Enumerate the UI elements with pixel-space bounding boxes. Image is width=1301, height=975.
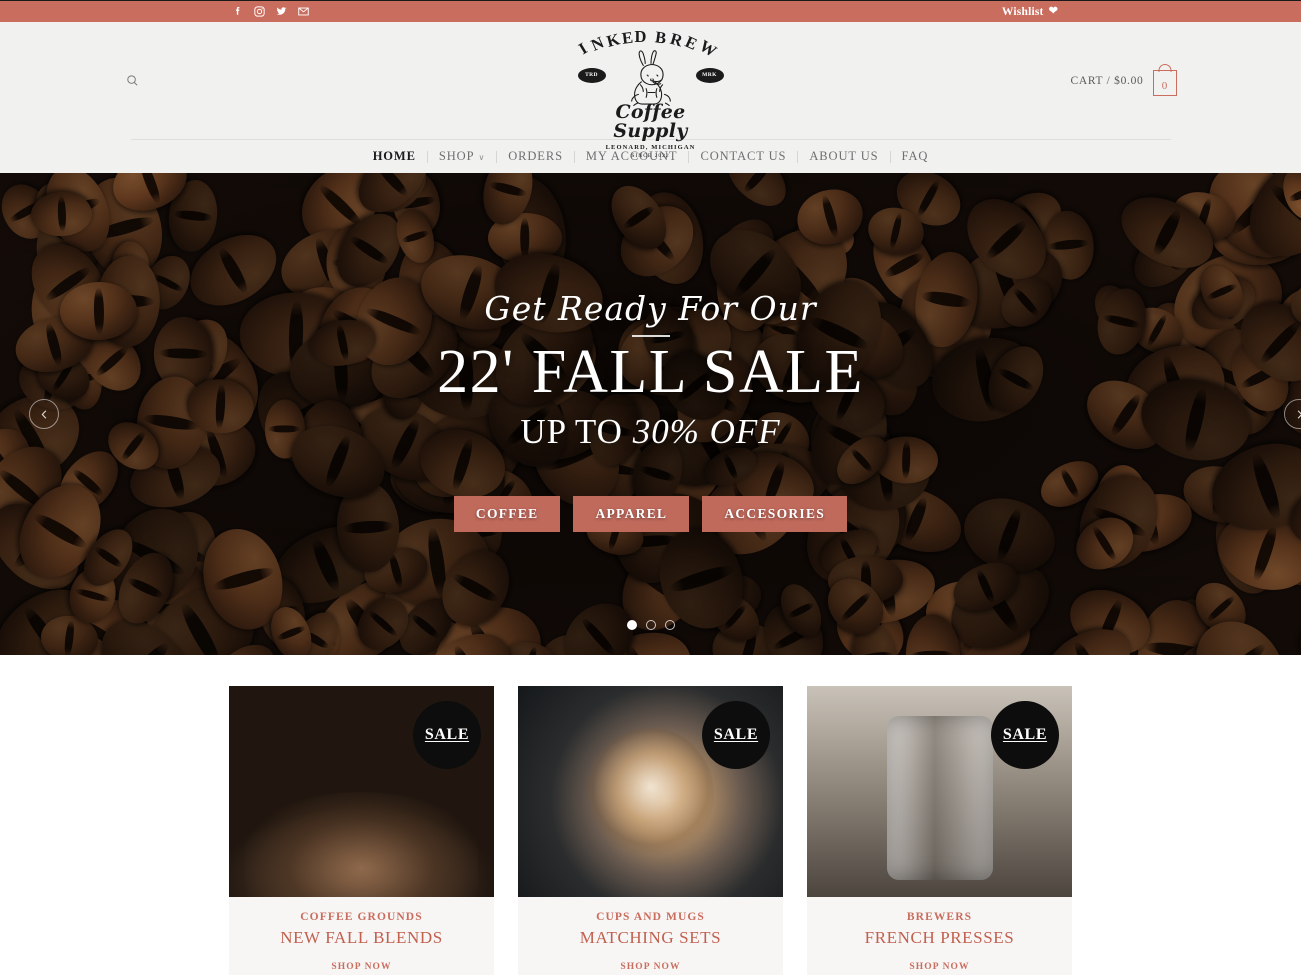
sale-badge-label: SALE [713, 726, 759, 743]
logo-badge-left: TRD [577, 68, 606, 83]
nav-item-label: HOME [372, 149, 416, 163]
category-card[interactable]: SALE CUPS AND MUGS MATCHING SETS SHOP NOW [518, 686, 783, 975]
category-card-title: FRENCH PRESSES [864, 928, 1015, 947]
site-header: I N K E D B R E W TRD MRK Coffee Supply … [0, 22, 1301, 173]
hero-cta-apparel[interactable]: APPAREL [573, 495, 690, 532]
nav-item-label: ORDERS [508, 149, 563, 163]
hero-subtitle-prefix: UP TO [520, 411, 633, 451]
category-card-title: NEW FALL BLENDS [280, 928, 443, 947]
carousel-dot-1[interactable] [626, 620, 637, 630]
category-card-body: BREWERS FRENCH PRESSES SHOP NOW [807, 897, 1072, 975]
hero-divider [631, 335, 670, 337]
wishlist-link[interactable]: Wishlist ❤ [1002, 6, 1058, 18]
social-links [231, 5, 310, 18]
sale-badge[interactable]: SALE [413, 701, 481, 769]
category-card-kicker: COFFEE GROUNDS [300, 911, 423, 923]
twitter-icon[interactable] [275, 5, 288, 18]
site-logo[interactable]: I N K E D B R E W TRD MRK Coffee Supply … [574, 27, 726, 159]
logo-badges: TRD MRK [576, 68, 726, 83]
nav-item-about-us[interactable]: ABOUT US [798, 149, 889, 164]
carousel-dot-3[interactable] [664, 620, 675, 630]
logo-location: LEONARD, MICHIGAN [605, 144, 696, 151]
hero-cta-accesories[interactable]: ACCESORIES [702, 495, 848, 532]
logo-since: SINCE 2022 [631, 152, 670, 159]
shop-now-label: SHOP NOW [909, 962, 970, 972]
category-card-kicker: CUPS AND MUGS [596, 911, 705, 923]
rabbit-illustration: TRD MRK [576, 50, 726, 106]
hero-subtitle-emphasis: 30% OFF [632, 411, 781, 451]
logo-arc-text: I N K E D B R E W [574, 27, 722, 62]
nav-item-shop[interactable]: SHOP ∨ [428, 149, 496, 164]
category-card-shop-now-link[interactable]: SHOP NOW [331, 962, 391, 975]
top-utility-bar: Wishlist ❤ [0, 0, 1301, 22]
category-card-kicker: BREWERS [906, 911, 973, 923]
category-card[interactable]: SALE BREWERS FRENCH PRESSES SHOP NOW [807, 686, 1072, 975]
nav-item-label: FAQ [901, 149, 929, 163]
search-icon[interactable] [121, 69, 145, 93]
sale-badge-label: SALE [424, 726, 470, 743]
hero-pretitle: Get Ready For Our [484, 289, 817, 328]
bag-handle [1158, 63, 1171, 72]
email-icon[interactable] [297, 5, 310, 18]
wishlist-label: Wishlist [1001, 5, 1044, 18]
nav-item-label: SHOP [438, 149, 475, 163]
cart-total-label: CART / $0.00 [1070, 74, 1144, 87]
carousel-dot-2[interactable] [645, 620, 656, 630]
sale-badge-label: SALE [1002, 726, 1048, 743]
sale-badge[interactable]: SALE [702, 701, 770, 769]
logo-script-text: Coffee Supply [613, 101, 688, 142]
hero-carousel: Get Ready For Our 22' FALL SALE UP TO 30… [0, 173, 1301, 655]
hero-title: 22' FALL SALE [437, 338, 864, 406]
chevron-down-icon: ∨ [478, 153, 486, 162]
category-card-body: CUPS AND MUGS MATCHING SETS SHOP NOW [518, 897, 783, 975]
hero-subtitle: UP TO 30% OFF [520, 412, 780, 452]
category-card-image: SALE [518, 686, 783, 897]
nav-item-faq[interactable]: FAQ [891, 149, 940, 164]
facebook-icon[interactable] [231, 5, 244, 18]
category-card[interactable]: SALE COFFEE GROUNDS NEW FALL BLENDS SHOP NO… [229, 686, 494, 975]
category-card-image: SALE [807, 686, 1072, 897]
category-card-shop-now-link[interactable]: SHOP NOW [909, 962, 969, 975]
category-card-shop-now-link[interactable]: SHOP NOW [620, 962, 680, 975]
category-card-title: MATCHING SETS [579, 928, 722, 947]
cart-link[interactable]: CART / $0.00 0 [1070, 63, 1177, 96]
nav-item-label: ABOUT US [809, 149, 879, 163]
shop-now-label: SHOP NOW [331, 962, 392, 972]
nav-item-home[interactable]: HOME [362, 149, 427, 164]
category-card-grid: SALE COFFEE GROUNDS NEW FALL BLENDS SHOP NO… [0, 655, 1301, 975]
shop-now-label: SHOP NOW [620, 962, 681, 972]
category-card-body: COFFEE GROUNDS NEW FALL BLENDS SHOP NOW [229, 897, 494, 975]
logo-badge-right: MRK [695, 68, 724, 83]
cart-item-count: 0 [1161, 79, 1168, 92]
hero-cta-group: COFFEE APPAREL ACCESORIES [453, 495, 848, 532]
carousel-pagination [626, 620, 675, 630]
carousel-prev-button[interactable] [29, 399, 59, 429]
shopping-bag-icon[interactable]: 0 [1152, 63, 1177, 96]
nav-item-orders[interactable]: ORDERS [497, 149, 574, 164]
heart-icon: ❤ [1048, 5, 1058, 17]
sale-badge[interactable]: SALE [991, 701, 1059, 769]
instagram-icon[interactable] [253, 5, 266, 18]
hero-cta-coffee[interactable]: COFFEE [453, 495, 561, 532]
category-card-image: SALE [229, 686, 494, 897]
